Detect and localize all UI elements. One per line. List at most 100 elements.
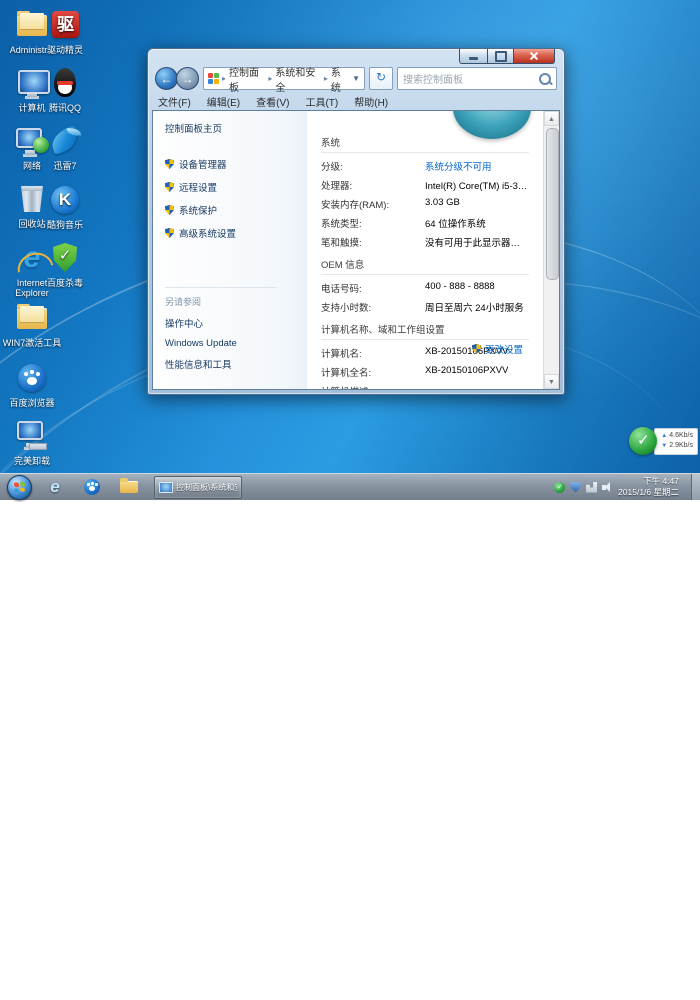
download-speed: 2.9Kb/s (669, 442, 693, 449)
address-dropdown-icon[interactable]: ▼ (352, 74, 360, 83)
vertical-scrollbar[interactable]: ▲ ▼ (543, 111, 559, 389)
desktop-icon-label: 迅雷7 (34, 161, 96, 171)
info-row: 安装内存(RAM): 3.03 GB (321, 197, 529, 211)
tray-action-center-icon[interactable] (570, 482, 581, 493)
sidebar-item-control-panel-home[interactable]: 控制面板主页 (165, 121, 307, 135)
uac-shield-icon (165, 182, 174, 192)
menu-file[interactable]: 文件(F) (158, 94, 191, 109)
breadcrumb-arrow-icon: ▸ (268, 74, 272, 83)
sidebar-item-action-center[interactable]: 操作中心 (165, 316, 277, 330)
maximize-button[interactable] (488, 49, 514, 64)
taskbar-internet-explorer[interactable]: e (41, 475, 69, 499)
scroll-down-icon[interactable]: ▼ (544, 374, 559, 389)
scrollbar-thumb[interactable] (546, 128, 559, 280)
download-arrow-icon: ▼ (661, 443, 667, 449)
start-button[interactable] (7, 475, 32, 500)
clock-date: 2015/1/6 星期二 (618, 487, 679, 498)
close-button[interactable] (514, 49, 555, 64)
taskbar-task-button-system[interactable]: 控制面板\系统和安... (154, 476, 242, 499)
desktop-icon-label: 百度杀毒 (34, 278, 96, 288)
sidebar-item-remote-settings[interactable]: 远程设置 (165, 180, 307, 194)
search-box[interactable]: 搜索控制面板 (397, 67, 557, 90)
sidebar-item-device-manager[interactable]: 设备管理器 (165, 157, 307, 171)
forward-button[interactable]: → (176, 67, 199, 90)
breadcrumb-system[interactable]: 系统 (331, 64, 349, 94)
net-speed-panel[interactable]: ▲4.6Kb/s ▼2.9Kb/s (654, 428, 698, 455)
scroll-up-icon[interactable]: ▲ (544, 111, 559, 126)
desktop-icon-baidu-browser[interactable]: 百度浏览器 (1, 361, 63, 408)
desktop-icon-label: 驱动精灵 (34, 45, 96, 55)
minimize-button[interactable] (459, 49, 488, 64)
desktop-icon-baidu-antivirus[interactable]: 百度杀毒 (34, 241, 96, 288)
taskbar-clock[interactable]: 下午 4:47 2015/1/6 星期二 (618, 476, 679, 497)
menu-view[interactable]: 查看(V) (256, 94, 289, 109)
desktop-icon-driver-genius[interactable]: 驱 驱动精灵 (34, 8, 96, 55)
taskbar: e 控制面板\系统和安... 下午 4:47 2015/1/6 星期二 (0, 473, 700, 500)
tray-security-ok-icon[interactable] (554, 482, 565, 493)
sidebar-item-performance-tools[interactable]: 性能信息和工具 (165, 357, 277, 371)
desktop-icon-thunder[interactable]: 迅雷7 (34, 124, 96, 171)
sidebar-item-windows-update[interactable]: Windows Update (165, 338, 277, 349)
refresh-button[interactable]: ↻ (369, 67, 393, 90)
desktop-icon-label: WIN7激活工具 (1, 338, 63, 348)
internet-explorer-icon: e (50, 477, 59, 497)
desktop-icon-label: 腾讯QQ (34, 103, 96, 113)
menu-tools[interactable]: 工具(T) (305, 94, 338, 109)
kugou-music-icon: K (48, 183, 82, 217)
info-row: 电话号码: 400 - 888 - 8888 (321, 281, 529, 295)
taskbar-baidu-browser[interactable] (78, 475, 106, 499)
back-button[interactable]: ← (155, 67, 178, 90)
desktop-icon-perfect-uninstall[interactable]: 完美卸载 (1, 419, 63, 466)
menu-edit[interactable]: 编辑(E) (207, 94, 240, 109)
show-desktop-button[interactable] (691, 474, 700, 500)
section-computer-name: 计算机名称、域和工作组设置 更改设置 计算机名: XB-20150106PXVV… (321, 322, 529, 390)
sidebar: 控制面板主页 设备管理器 远程设置 系统保护 高级系统设置 (153, 111, 307, 389)
section-header: OEM 信息 (321, 257, 529, 275)
sidebar-item-label: 高级系统设置 (179, 226, 236, 240)
desktop-icon-qq[interactable]: 腾讯QQ (34, 66, 96, 113)
uac-shield-icon (472, 344, 481, 354)
menu-help[interactable]: 帮助(H) (354, 94, 388, 109)
address-toolbar: ← → ▸ 控制面板 ▸ 系统和安全 ▸ 系统 ▼ ↻ 搜索控制面板 (155, 66, 557, 91)
sidebar-item-system-protection[interactable]: 系统保护 (165, 203, 307, 217)
search-icon (539, 73, 551, 85)
uac-shield-icon (165, 205, 174, 215)
taskbar-windows-explorer[interactable] (115, 475, 143, 499)
tray-volume-icon[interactable] (602, 482, 613, 493)
info-row: 分级: 系统分级不可用 (321, 159, 529, 173)
baidu-browser-icon (84, 479, 100, 495)
section-system: 系统 分级: 系统分级不可用 处理器: Intel(R) Core(TM) i5… (321, 135, 529, 249)
system-window: ← → ▸ 控制面板 ▸ 系统和安全 ▸ 系统 ▼ ↻ 搜索控制面板 文件(F)… (147, 48, 565, 395)
desktop-icon-label: 完美卸载 (1, 456, 63, 466)
desktop-icon-label: 百度浏览器 (1, 398, 63, 408)
thunder-bird-icon (48, 124, 82, 158)
uninstall-icon (15, 419, 49, 453)
upload-arrow-icon: ▲ (661, 433, 667, 439)
system-tray: 下午 4:47 2015/1/6 星期二 (554, 476, 691, 497)
info-row: 计算机全名: XB-20150106PXVV (321, 365, 529, 379)
uac-shield-icon (165, 159, 174, 169)
computer-icon (159, 482, 173, 493)
security-check-icon[interactable] (629, 427, 657, 455)
uac-shield-icon (165, 228, 174, 238)
change-settings-link[interactable]: 更改设置 (472, 342, 523, 356)
section-header: 系统 (321, 135, 529, 153)
address-bar[interactable]: ▸ 控制面板 ▸ 系统和安全 ▸ 系统 ▼ (203, 67, 365, 90)
breadcrumb-arrow-icon: ▸ (222, 74, 226, 83)
qq-penguin-icon (48, 66, 82, 100)
sidebar-see-also: 另请参阅 操作中心 Windows Update 性能信息和工具 (165, 287, 277, 379)
tray-network-icon[interactable] (586, 482, 597, 493)
rating-unavailable-link[interactable]: 系统分级不可用 (425, 159, 492, 173)
sidebar-item-advanced-settings[interactable]: 高级系统设置 (165, 226, 307, 240)
control-panel-icon (208, 73, 219, 84)
net-speed-widget: ▲4.6Kb/s ▼2.9Kb/s (629, 427, 698, 455)
breadcrumb-system-security[interactable]: 系统和安全 (275, 64, 320, 94)
breadcrumb-control-panel[interactable]: 控制面板 (229, 64, 265, 94)
info-row: 笔和触摸: 没有可用于此显示器的笔或触控输入 (321, 235, 529, 249)
baidu-browser-icon (15, 361, 49, 395)
info-row: 支持小时数: 周日至周六 24小时服务 (321, 300, 529, 314)
desktop-icon-win7-activator[interactable]: WIN7激活工具 (1, 301, 63, 348)
menu-bar: 文件(F) 编辑(E) 查看(V) 工具(T) 帮助(H) (158, 94, 388, 109)
desktop-icon-kugou[interactable]: K 酷狗音乐 (34, 183, 96, 230)
desktop: Administr... 计算机 网络 回收站 e Internet Explo… (0, 0, 700, 500)
